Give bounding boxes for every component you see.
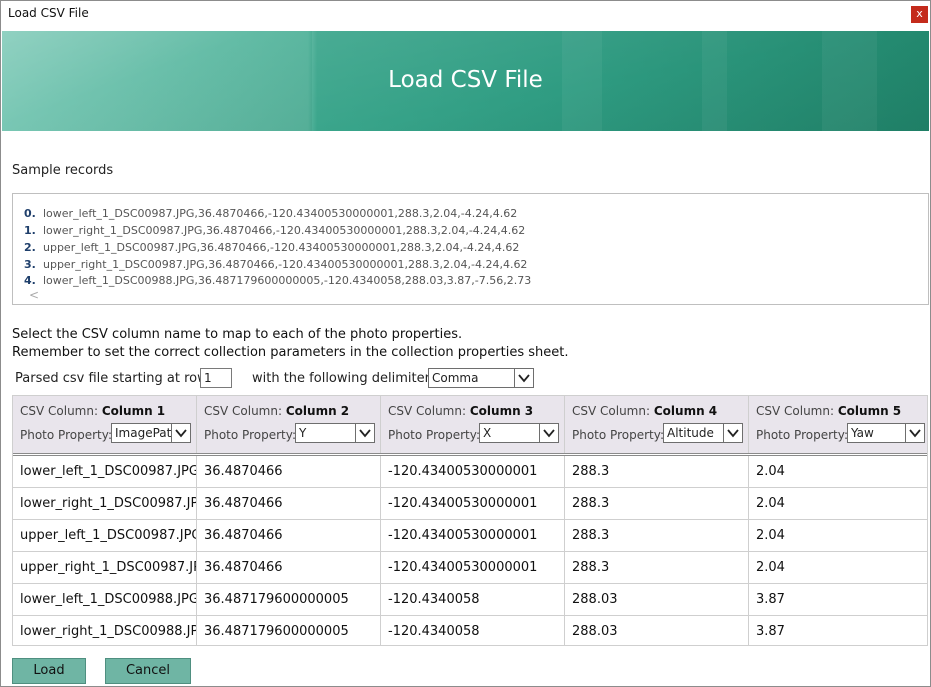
column-header: CSV Column: Column 5 Photo Property: Yaw	[749, 396, 927, 453]
cancel-button[interactable]: Cancel	[105, 658, 191, 684]
column-header: CSV Column: Column 1 Photo Property: Ima…	[13, 396, 197, 453]
sample-record: 1. lower_right_1_DSC00987.JPG,36.4870466,…	[24, 224, 526, 237]
table-cell: 288.3	[565, 552, 749, 584]
banner-title: Load CSV File	[388, 67, 543, 93]
table-cell: -120.43400530000001	[381, 456, 565, 488]
sample-record: 2. upper_left_1_DSC00987.JPG,36.4870466,-…	[24, 241, 520, 254]
table-cell: 288.3	[565, 456, 749, 488]
table-cell: 36.4870466	[197, 552, 381, 584]
table-cell: 288.03	[565, 584, 749, 616]
instruction-line-2: Remember to set the correct collection p…	[12, 345, 569, 360]
table-cell: 3.87	[749, 584, 927, 616]
table-cell: 3.87	[756, 624, 785, 639]
title-bar: Load CSV File x	[1, 1, 930, 25]
header-banner: Load CSV File	[2, 31, 929, 131]
table-cell: 2.04	[749, 552, 927, 584]
start-row-input[interactable]: 1	[200, 368, 232, 388]
column-header: CSV Column: Column 4 Photo Property: Alt…	[565, 396, 749, 453]
table-cell: lower_left_1_DSC00987.JPG	[13, 456, 197, 488]
chevron-down-icon	[355, 424, 374, 442]
table-cell: 2.04	[749, 488, 927, 520]
delimiter-select[interactable]: Comma	[428, 368, 534, 388]
sample-record: 4. lower_left_1_DSC00988.JPG,36.487179600…	[24, 274, 532, 287]
table-cell: upper_right_1_DSC00987.JPG	[13, 552, 197, 584]
table-cell: 36.4870466	[197, 488, 381, 520]
table-cell: lower_right_1_DSC00987.JPG	[13, 488, 197, 520]
load-csv-dialog: Load CSV File x Load CSV File Sample rec…	[0, 0, 931, 687]
table-cell: 36.487179600000005	[197, 584, 381, 616]
photo-property-select[interactable]: Y	[295, 423, 375, 443]
sample-record: 3. upper_right_1_DSC00987.JPG,36.4870466,…	[24, 258, 528, 271]
sample-records-label: Sample records	[12, 163, 114, 178]
instruction-line-1: Select the CSV column name to map to eac…	[12, 327, 463, 342]
scroll-left-icon[interactable]: <	[29, 288, 39, 302]
table-cell: -120.4340058	[381, 584, 565, 616]
table-cell: 288.03	[565, 616, 749, 645]
start-row-label: Parsed csv file starting at row:	[15, 371, 212, 386]
table-cell: 288.3	[565, 520, 749, 552]
column-header: CSV Column: Column 2 Photo Property: Y	[197, 396, 381, 453]
table-cell: 2.04	[749, 520, 927, 552]
table-cell: 36.4870466	[197, 520, 381, 552]
sample-record: 0. lower_left_1_DSC00987.JPG,36.4870466,-…	[24, 207, 518, 220]
table-cell: lower_left_1_DSC00988.JPG	[13, 584, 197, 616]
photo-property-select[interactable]: Yaw	[847, 423, 925, 443]
chevron-down-icon	[514, 369, 533, 387]
table-cell: -120.43400530000001	[381, 552, 565, 584]
load-button[interactable]: Load	[12, 658, 86, 684]
table-cell: -120.43400530000001	[381, 488, 565, 520]
table-cell: 2.04	[749, 456, 927, 488]
photo-property-select[interactable]: ImagePath	[111, 423, 191, 443]
chevron-down-icon	[723, 424, 742, 442]
chevron-down-icon	[539, 424, 558, 442]
delimiter-label: with the following delimiter:	[252, 371, 435, 386]
table-cell: lower_right_1_DSC00988.JPG	[13, 616, 197, 645]
table-cell: upper_left_1_DSC00987.JPG	[13, 520, 197, 552]
photo-property-select[interactable]: Altitude	[663, 423, 743, 443]
mapping-grid: CSV Column: Column 1 Photo Property: Ima…	[12, 395, 928, 646]
window-title: Load CSV File	[8, 6, 89, 20]
table-cell: -120.43400530000001	[381, 520, 565, 552]
table-cell: -120.4340058	[381, 616, 565, 645]
close-button[interactable]: x	[911, 6, 928, 23]
table-cell: 36.4870466	[197, 456, 381, 488]
table-cell: 36.487179600000005	[197, 616, 381, 645]
photo-property-select[interactable]: X	[479, 423, 559, 443]
chevron-down-icon	[905, 424, 924, 442]
chevron-down-icon	[171, 424, 190, 442]
column-header: CSV Column: Column 3 Photo Property: X	[381, 396, 565, 453]
sample-records-box[interactable]: 0. lower_left_1_DSC00987.JPG,36.4870466,-…	[12, 193, 929, 305]
table-cell: 288.3	[565, 488, 749, 520]
